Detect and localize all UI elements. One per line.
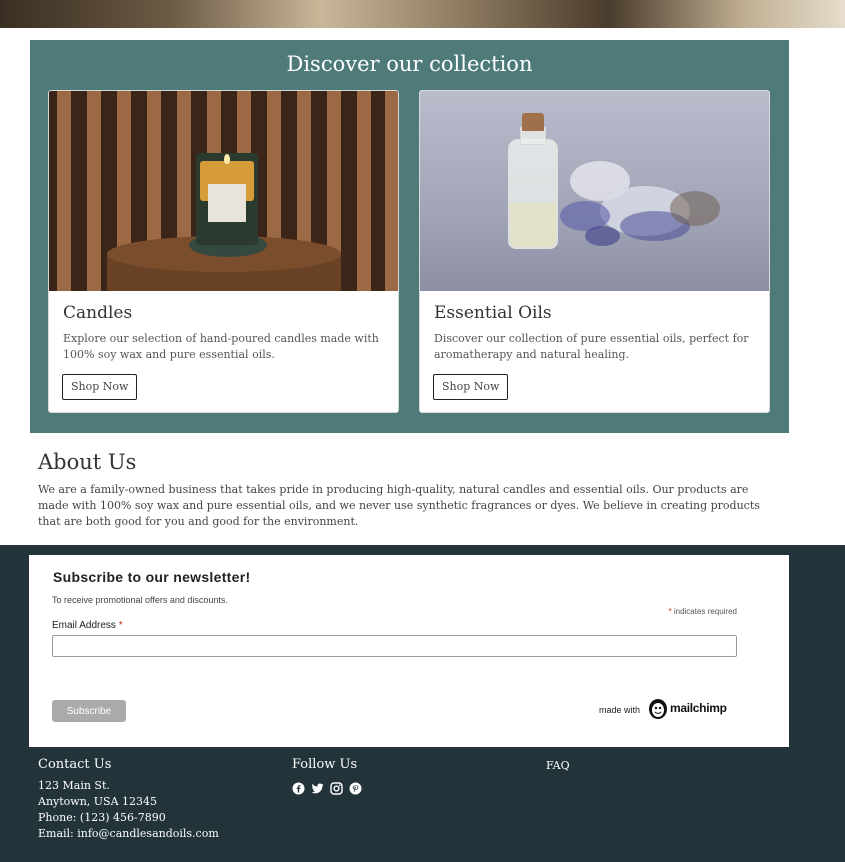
card-description: Discover our collection of pure essentia… bbox=[434, 332, 749, 361]
required-star: * bbox=[668, 607, 672, 616]
required-note: * indicates required bbox=[668, 607, 737, 616]
card-title: Candles bbox=[63, 303, 133, 323]
card-description: Explore our selection of hand-poured can… bbox=[63, 332, 379, 361]
social-icons bbox=[292, 780, 362, 795]
email-label: Email Address * bbox=[52, 620, 123, 631]
contact-city-line: Anytown, USA 12345 bbox=[38, 795, 158, 808]
collection-section: Discover our collection Candles Explore … bbox=[30, 40, 789, 433]
footer-contact: Contact Us 123 Main St. Anytown, USA 123… bbox=[38, 757, 219, 842]
contact-email: Email: info@candlesandoils.com bbox=[38, 827, 219, 840]
shop-now-candles-button[interactable]: Shop Now bbox=[62, 374, 138, 400]
contact-title: Contact Us bbox=[38, 757, 112, 772]
footer-follow: Follow Us bbox=[292, 757, 362, 795]
faq-link[interactable]: FAQ bbox=[546, 759, 570, 772]
shop-now-essential-oils-button[interactable]: Shop Now bbox=[433, 374, 509, 400]
essential-oil-image bbox=[420, 91, 769, 291]
mailchimp-logo-icon[interactable] bbox=[647, 697, 669, 721]
mailchimp-brand-text[interactable]: mailchimp bbox=[670, 701, 727, 715]
card-title: Essential Oils bbox=[434, 303, 552, 323]
email-label-text: Email Address bbox=[52, 620, 116, 631]
pinterest-icon[interactable] bbox=[349, 780, 362, 795]
collection-title: Discover our collection bbox=[286, 52, 533, 76]
hero-image-strip bbox=[0, 0, 845, 28]
about-text: We are a family-owned business that take… bbox=[38, 483, 760, 528]
newsletter-promo-text: To receive promotional offers and discou… bbox=[52, 595, 228, 605]
contact-address-line: 123 Main St. bbox=[38, 779, 110, 792]
instagram-icon[interactable] bbox=[330, 780, 343, 795]
product-card-candles: Candles Explore our selection of hand-po… bbox=[48, 90, 399, 413]
newsletter-form: Subscribe to our newsletter! To receive … bbox=[29, 555, 789, 747]
candle-image bbox=[49, 91, 398, 291]
required-note-text: indicates required bbox=[673, 607, 737, 616]
made-with-text: made with bbox=[599, 705, 641, 715]
email-field[interactable] bbox=[52, 635, 737, 657]
about-title: About Us bbox=[38, 450, 137, 474]
newsletter-title: Subscribe to our newsletter! bbox=[53, 569, 251, 585]
follow-title: Follow Us bbox=[292, 757, 358, 772]
subscribe-button[interactable]: Subscribe bbox=[52, 700, 126, 722]
contact-phone: Phone: (123) 456-7890 bbox=[38, 811, 166, 824]
facebook-icon[interactable] bbox=[292, 780, 305, 795]
product-card-essential-oils: Essential Oils Discover our collection o… bbox=[419, 90, 770, 413]
twitter-icon[interactable] bbox=[311, 780, 324, 794]
required-star: * bbox=[118, 620, 123, 631]
